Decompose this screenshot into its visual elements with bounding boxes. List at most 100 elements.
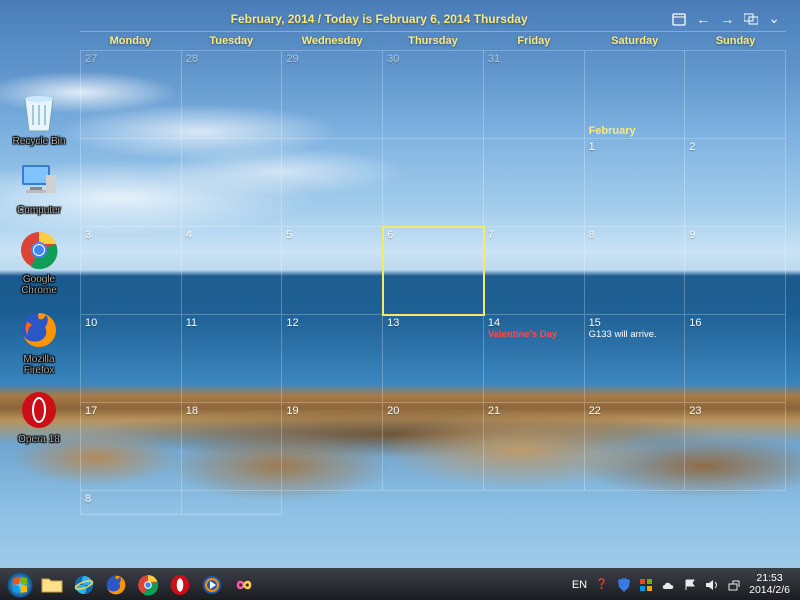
taskbar-chrome[interactable] (134, 572, 162, 598)
taskbar-file-explorer[interactable] (38, 572, 66, 598)
desktop-icon-computer[interactable]: Computer (4, 159, 74, 216)
calendar-cell[interactable]: 28 (182, 51, 283, 139)
calendar-cell[interactable]: 8 (585, 227, 686, 315)
calendar-cell[interactable]: 16 (685, 315, 786, 403)
tray-volume-icon[interactable] (705, 578, 719, 592)
icon-label: Google Chrome (4, 274, 74, 296)
calendar-cell[interactable]: 30 (383, 51, 484, 139)
tray-flag-icon[interactable] (683, 578, 697, 592)
calendar-cell[interactable]: 17 (81, 403, 182, 491)
calendar-cell[interactable]: 10 (81, 315, 182, 403)
cell-date: 3 (85, 229, 91, 241)
calendar-cell[interactable]: 13 (383, 315, 484, 403)
calendar-cell[interactable]: 3 (81, 227, 182, 315)
opera-icon (17, 388, 61, 432)
recycle-bin-icon (17, 90, 61, 134)
calendar-cell[interactable]: 15G133 will arrive. (585, 315, 686, 403)
chrome-icon (17, 228, 61, 272)
calendar-cell[interactable]: 5 (282, 227, 383, 315)
desktop-icon-recycle-bin[interactable]: Recycle Bin (4, 90, 74, 147)
icon-label: Recycle Bin (4, 136, 74, 147)
cell-date: 18 (186, 405, 198, 417)
cell-date: 23 (689, 405, 701, 417)
calendar-header: February, 2014 / Today is February 6, 20… (80, 8, 786, 32)
calendar-cell[interactable]: 11 (182, 315, 283, 403)
cell-date: 29 (286, 53, 298, 65)
calendar-view-icon[interactable] (744, 13, 758, 25)
tray-cloud-icon[interactable] (661, 578, 675, 592)
calendar-cell[interactable]: 14Valentine's Day (484, 315, 585, 403)
firefox-icon (17, 308, 61, 352)
calendar-cell[interactable]: 7 (484, 227, 585, 315)
calendar-prev-icon[interactable]: ← (696, 11, 710, 27)
desktop-icon-google-chrome[interactable]: Google Chrome (4, 228, 74, 296)
desktop-icons: Recycle Bin Computer Google Chrome Mozil… (4, 90, 74, 457)
taskbar-opera[interactable] (166, 572, 194, 598)
calendar-cell[interactable]: 4 (182, 227, 283, 315)
cell-date: 6 (387, 229, 393, 241)
calendar-grid: 2728293031February1234567891011121314Val… (80, 50, 786, 491)
cell-date: 14 (488, 317, 500, 329)
cell-date: 4 (186, 229, 192, 241)
calendar-cell[interactable]: 20 (383, 403, 484, 491)
taskbar: EN ❓ 21:53 2014/2/6 (0, 568, 800, 600)
calendar-cell[interactable]: 19 (282, 403, 383, 491)
calendar-title: February, 2014 / Today is February 6, 20… (86, 12, 672, 26)
tray-overflow-icon[interactable] (727, 578, 741, 592)
calendar-cell[interactable]: 9 (685, 227, 786, 315)
calendar-cell[interactable]: 2 (685, 139, 786, 227)
calendar-cell[interactable] (685, 51, 786, 139)
cell-date: 10 (85, 317, 97, 329)
calendar-cell[interactable]: 29 (282, 51, 383, 139)
taskbar-firefox[interactable] (102, 572, 130, 598)
calendar-cell[interactable]: 6 (383, 227, 484, 315)
cell-date: 13 (387, 317, 399, 329)
day-header: Friday (483, 32, 584, 50)
desktop-icon-opera-18[interactable]: Opera 18 (4, 388, 74, 445)
cell-date: 31 (488, 53, 500, 65)
tray-language[interactable]: EN (572, 579, 587, 591)
taskbar-media-player[interactable] (198, 572, 226, 598)
calendar-menu-icon[interactable]: ⌄ (768, 10, 780, 27)
calendar-cell[interactable]: February1 (585, 139, 686, 227)
cell-date: 8 (589, 229, 595, 241)
calendar-day-headers: Monday Tuesday Wednesday Thursday Friday… (80, 32, 786, 50)
calendar-next-icon[interactable]: → (720, 11, 734, 27)
taskbar-app-infinity[interactable] (230, 572, 258, 598)
desktop-icon-mozilla-firefox[interactable]: Mozilla Firefox (4, 308, 74, 376)
icon-label: Opera 18 (4, 434, 74, 445)
cell-date: 20 (387, 405, 399, 417)
cell-date: 15 (589, 317, 601, 329)
calendar-cell[interactable]: 21 (484, 403, 585, 491)
calendar-cell[interactable] (383, 139, 484, 227)
cell-date: 2 (689, 141, 695, 153)
calendar-cell[interactable] (182, 139, 283, 227)
cell-date: 1 (589, 141, 595, 153)
calendar-today-icon[interactable] (672, 12, 686, 26)
start-button[interactable] (4, 571, 36, 599)
calendar-cell[interactable]: 22 (585, 403, 686, 491)
desktop-calendar-widget: February, 2014 / Today is February 6, 20… (80, 8, 786, 515)
tray-tiles-icon[interactable] (639, 578, 653, 592)
cell-date: 22 (589, 405, 601, 417)
cell-date: 28 (186, 53, 198, 65)
cell-date: 17 (85, 405, 97, 417)
cell-date: 12 (286, 317, 298, 329)
calendar-cell[interactable] (81, 139, 182, 227)
calendar-cell[interactable]: 27 (81, 51, 182, 139)
tray-clock[interactable]: 21:53 2014/2/6 (749, 573, 790, 596)
tray-shield-icon[interactable] (617, 578, 631, 592)
calendar-cell[interactable] (484, 139, 585, 227)
calendar-cell[interactable]: 12 (282, 315, 383, 403)
calendar-cell[interactable]: 18 (182, 403, 283, 491)
calendar-cell[interactable] (282, 139, 383, 227)
tray-help-icon[interactable]: ❓ (595, 578, 609, 592)
taskbar-internet-explorer[interactable] (70, 572, 98, 598)
cell-date: 21 (488, 405, 500, 417)
calendar-cell[interactable]: 31 (484, 51, 585, 139)
calendar-cell[interactable]: 23 (685, 403, 786, 491)
calendar-cell[interactable] (182, 491, 283, 515)
day-header: Wednesday (282, 32, 383, 50)
calendar-cell[interactable]: 8 (81, 491, 182, 515)
system-tray: EN ❓ 21:53 2014/2/6 (572, 573, 796, 596)
